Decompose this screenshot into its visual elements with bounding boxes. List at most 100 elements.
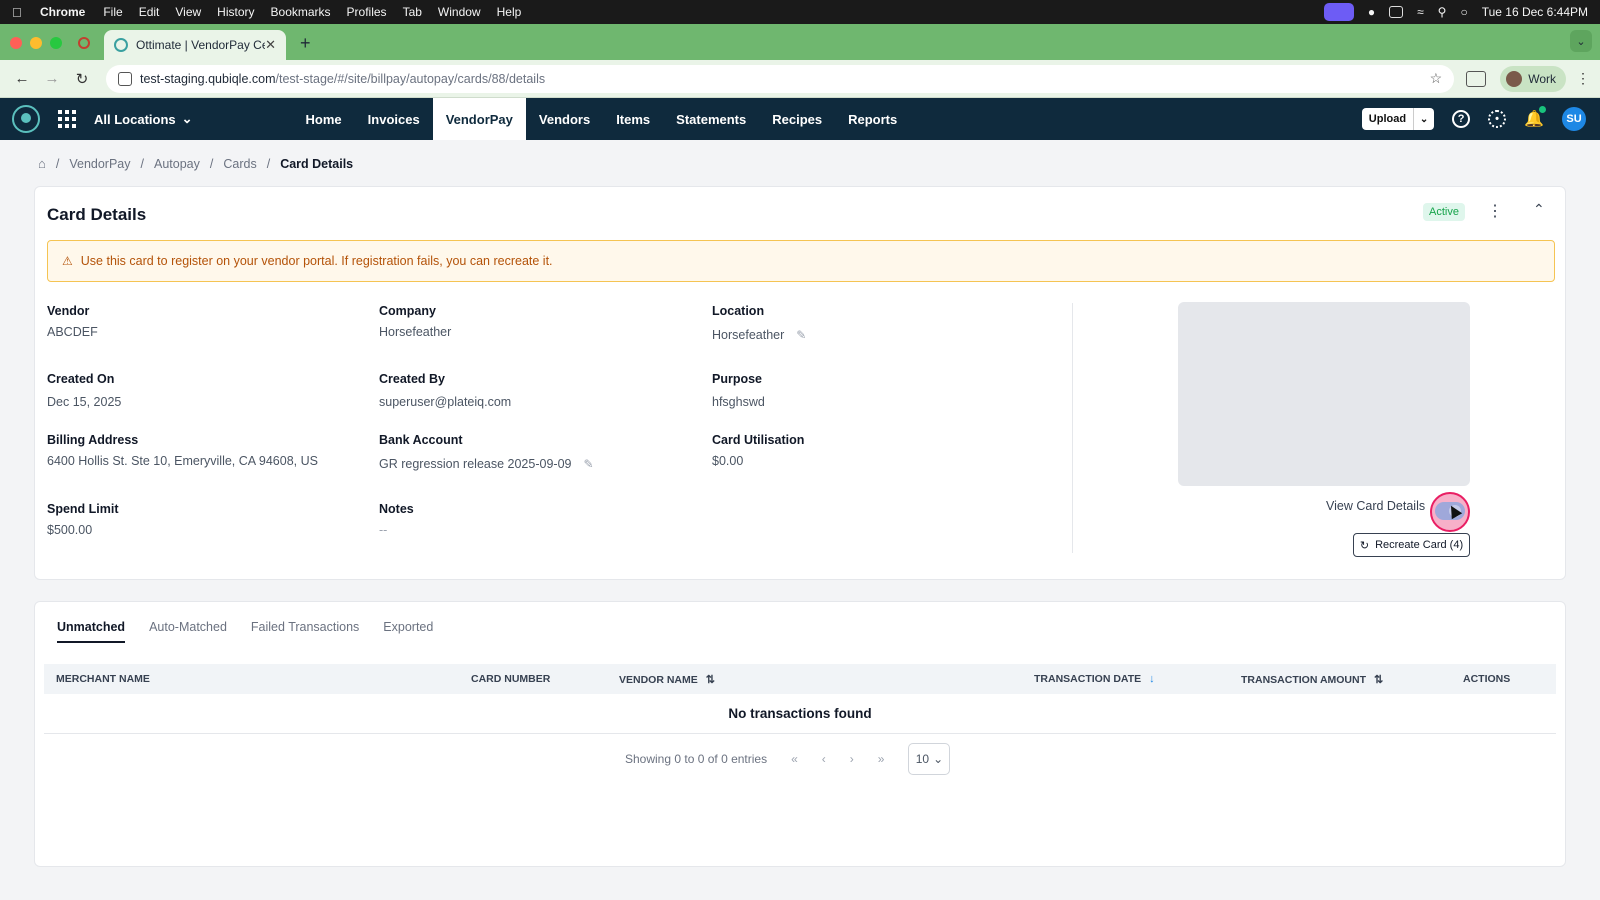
control-center-icon[interactable]: ○ bbox=[1460, 5, 1467, 19]
pagination-summary: Showing 0 to 0 of 0 entries bbox=[625, 752, 768, 766]
col-vendor-name[interactable]: VENDOR NAME ⇅ bbox=[619, 673, 715, 687]
profile-button[interactable]: Work bbox=[1500, 65, 1566, 92]
location-selector[interactable]: All Locations ⌄ bbox=[94, 111, 193, 127]
app-nav-bar: All Locations ⌄ Home Invoices VendorPay … bbox=[0, 98, 1600, 140]
nav-items[interactable]: Items bbox=[603, 98, 663, 140]
pagination: Showing 0 to 0 of 0 entries « ‹ › » 10 ⌄ bbox=[625, 742, 951, 776]
bell-icon[interactable]: 🔔 bbox=[1524, 106, 1546, 129]
home-icon[interactable]: ⌂ bbox=[38, 156, 46, 171]
breadcrumb-autopay[interactable]: Autopay bbox=[154, 157, 200, 171]
browser-tab[interactable]: Ottimate | VendorPay Center ✕ bbox=[104, 30, 286, 60]
recreate-card-button[interactable]: ↻ Recreate Card (4) bbox=[1353, 533, 1470, 557]
nav-recipes[interactable]: Recipes bbox=[759, 98, 835, 140]
ottimate-logo[interactable] bbox=[12, 105, 40, 133]
os-menu-tab[interactable]: Tab bbox=[403, 5, 422, 19]
apple-icon[interactable]:  bbox=[12, 5, 26, 20]
forward-icon[interactable]: → bbox=[40, 70, 64, 87]
address-bar[interactable]: test-staging.qubiqle.com /test-stage/#/s… bbox=[106, 64, 1455, 93]
field-company: Company Horsefeather bbox=[379, 304, 452, 339]
upload-button[interactable]: Upload ⌄ bbox=[1361, 108, 1435, 130]
gear-icon[interactable]: • bbox=[1488, 110, 1507, 128]
nav-vendorpay[interactable]: VendorPay bbox=[432, 98, 526, 140]
field-notes: Notes -- bbox=[379, 502, 414, 537]
more-options-icon[interactable]: ⋮ bbox=[1487, 201, 1503, 221]
breadcrumb-vendorpay[interactable]: VendorPay bbox=[69, 157, 130, 171]
next-page-icon[interactable]: › bbox=[850, 752, 854, 766]
os-menu-history[interactable]: History bbox=[217, 5, 254, 19]
section-divider bbox=[1072, 303, 1073, 553]
recording-icon[interactable] bbox=[78, 37, 90, 49]
new-tab-icon[interactable]: + bbox=[300, 33, 311, 54]
os-menu-help[interactable]: Help bbox=[497, 5, 522, 19]
edit-location-pencil-icon[interactable]: ✎ bbox=[796, 328, 806, 342]
os-clock[interactable]: Tue 16 Dec 6:44PM bbox=[1482, 5, 1588, 19]
upload-dropdown-icon[interactable]: ⌄ bbox=[1414, 108, 1434, 130]
main-nav: Home Invoices VendorPay Vendors Items St… bbox=[293, 98, 911, 140]
reload-icon[interactable]: ↻ bbox=[70, 70, 94, 88]
previous-page-icon[interactable]: ‹ bbox=[822, 752, 826, 766]
close-window-icon[interactable] bbox=[10, 37, 22, 49]
edit-bank-account-pencil-icon[interactable]: ✎ bbox=[583, 457, 593, 471]
last-page-icon[interactable]: » bbox=[878, 752, 885, 766]
sort-ascending-icon[interactable]: ↓ bbox=[1149, 673, 1155, 685]
os-menu-window[interactable]: Window bbox=[438, 5, 481, 19]
col-transaction-amount[interactable]: TRANSACTION AMOUNT ⇅ bbox=[1241, 673, 1383, 687]
nav-statements[interactable]: Statements bbox=[663, 98, 759, 140]
os-menu-file[interactable]: File bbox=[103, 5, 122, 19]
field-created-on: Created On Dec 15, 2025 bbox=[47, 372, 122, 409]
back-icon[interactable]: ← bbox=[10, 70, 34, 87]
tab-search-icon[interactable]: ⌄ bbox=[1570, 30, 1592, 52]
wifi-icon[interactable]: ≈ bbox=[1417, 5, 1424, 19]
transactions-panel: Unmatched Auto-Matched Failed Transactio… bbox=[34, 601, 1566, 867]
browser-menu-icon[interactable]: ⋮ bbox=[1576, 70, 1590, 87]
sort-icon[interactable]: ⇅ bbox=[1374, 673, 1383, 686]
microphone-icon[interactable]: ● bbox=[1368, 5, 1375, 19]
os-app-name[interactable]: Chrome bbox=[40, 5, 85, 19]
col-merchant-name: MERCHANT NAME bbox=[56, 673, 150, 685]
search-icon[interactable]: ⚲ bbox=[1438, 5, 1447, 19]
nav-reports[interactable]: Reports bbox=[835, 98, 910, 140]
first-page-icon[interactable]: « bbox=[791, 752, 798, 766]
user-avatar[interactable]: SU bbox=[1562, 107, 1586, 131]
tab-auto-matched[interactable]: Auto-Matched bbox=[149, 620, 227, 643]
bank-account-value: GR regression release 2025-09-09 bbox=[379, 457, 572, 471]
chevron-down-icon: ⌄ bbox=[933, 752, 944, 766]
bookmark-star-icon[interactable]: ☆ bbox=[1430, 70, 1443, 87]
tab-failed-transactions[interactable]: Failed Transactions bbox=[251, 620, 359, 643]
field-location: Location Horsefeather ✎ bbox=[712, 304, 807, 342]
help-icon[interactable]: ? bbox=[1452, 110, 1471, 128]
upload-label[interactable]: Upload bbox=[1362, 108, 1415, 130]
battery-icon[interactable] bbox=[1389, 6, 1404, 18]
field-bank-account: Bank Account GR regression release 2025-… bbox=[379, 433, 594, 471]
page-size-value: 10 bbox=[915, 752, 930, 766]
virtual-card-image bbox=[1178, 302, 1470, 486]
apps-grid-icon[interactable] bbox=[58, 110, 76, 128]
os-menu-profiles[interactable]: Profiles bbox=[347, 5, 387, 19]
tab-unmatched[interactable]: Unmatched bbox=[57, 620, 126, 643]
nav-invoices[interactable]: Invoices bbox=[355, 98, 433, 140]
screen-record-icon[interactable] bbox=[1323, 3, 1354, 21]
empty-state-message: No transactions found bbox=[44, 694, 1556, 734]
site-settings-icon[interactable] bbox=[118, 71, 132, 86]
window-controls bbox=[10, 26, 62, 60]
os-menu-bookmarks[interactable]: Bookmarks bbox=[271, 5, 331, 19]
close-tab-icon[interactable]: ✕ bbox=[265, 37, 276, 53]
page-size-select[interactable]: 10 ⌄ bbox=[908, 743, 951, 775]
location-value: Horsefeather bbox=[712, 328, 785, 342]
field-vendor: Vendor ABCDEF bbox=[47, 304, 98, 339]
breadcrumb-cards[interactable]: Cards bbox=[223, 157, 256, 171]
tab-exported[interactable]: Exported bbox=[383, 620, 433, 643]
nav-home[interactable]: Home bbox=[293, 98, 355, 140]
url-path: /test-stage/#/site/billpay/autopay/cards… bbox=[275, 71, 546, 86]
os-menu-edit[interactable]: Edit bbox=[139, 5, 160, 19]
warning-icon: ⚠ bbox=[62, 254, 73, 268]
nav-vendors[interactable]: Vendors bbox=[526, 98, 603, 140]
extensions-icon[interactable] bbox=[1466, 70, 1487, 87]
browser-tab-strip: Ottimate | VendorPay Center ✕ + ⌄ bbox=[0, 24, 1600, 60]
col-transaction-date[interactable]: TRANSACTION DATE ↓ bbox=[1034, 673, 1155, 685]
maximize-window-icon[interactable] bbox=[50, 37, 62, 49]
sort-icon[interactable]: ⇅ bbox=[706, 673, 715, 686]
collapse-chevron-icon[interactable]: ⌃ bbox=[1533, 201, 1545, 218]
minimize-window-icon[interactable] bbox=[30, 37, 42, 49]
os-menu-view[interactable]: View bbox=[175, 5, 201, 19]
